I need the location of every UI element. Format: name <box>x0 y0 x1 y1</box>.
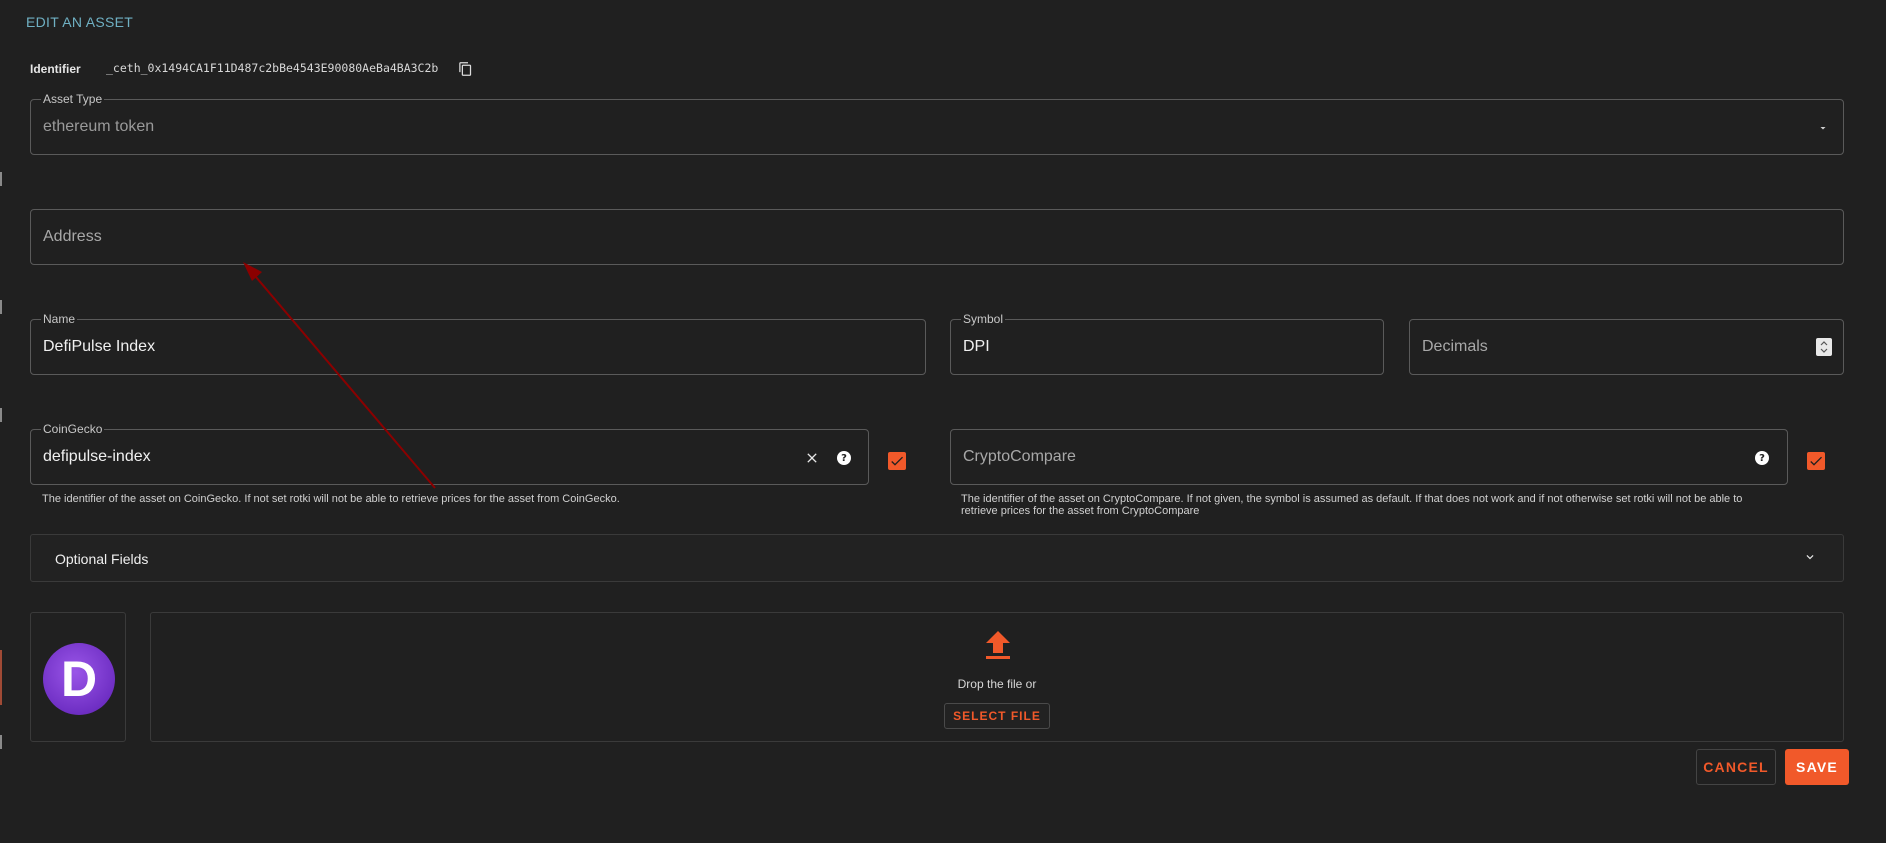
dialog-title: EDIT AN ASSET <box>26 14 134 30</box>
cryptocompare-checkbox[interactable] <box>1807 452 1825 470</box>
asset-type-label: Asset Type <box>41 92 105 106</box>
cryptocompare-field[interactable]: CryptoCompare ? <box>950 429 1788 485</box>
name-label: Name <box>41 312 78 326</box>
decimals-placeholder: Decimals <box>1422 338 1488 355</box>
asset-type-select[interactable]: Asset Type ethereum token <box>30 92 1844 155</box>
name-value: DefiPulse Index <box>43 338 156 355</box>
cryptocompare-help-icon[interactable]: ? <box>1755 451 1769 465</box>
chevron-down-icon[interactable] <box>1817 122 1829 134</box>
address-placeholder: Address <box>43 228 102 245</box>
symbol-value: DPI <box>963 338 990 355</box>
coingecko-field[interactable]: CoinGecko defipulse-index ? <box>30 422 869 485</box>
asset-type-value: ethereum token <box>43 118 155 135</box>
coingecko-label: CoinGecko <box>41 422 105 436</box>
copy-icon[interactable] <box>458 61 473 77</box>
select-file-button[interactable]: SELECT FILE <box>944 703 1050 729</box>
save-button[interactable]: SAVE <box>1785 749 1849 785</box>
coingecko-hint: The identifier of the asset on CoinGecko… <box>42 493 620 505</box>
check-icon <box>1810 456 1822 466</box>
stepper-arrows-icon <box>1820 341 1828 353</box>
file-dropzone[interactable]: Drop the file or SELECT FILE <box>150 612 1844 742</box>
chevron-down-icon[interactable] <box>1803 550 1817 564</box>
clear-icon[interactable] <box>804 450 820 466</box>
decimals-stepper[interactable] <box>1816 338 1832 356</box>
upload-icon <box>986 631 1010 659</box>
asset-avatar-letter: D <box>61 651 98 707</box>
decimals-field[interactable]: Decimals <box>1409 319 1844 375</box>
asset-icon-preview: D <box>30 612 126 742</box>
address-field[interactable]: Address <box>30 209 1844 265</box>
optional-fields-panel[interactable]: Optional Fields <box>30 534 1844 582</box>
drop-text: Drop the file or <box>957 677 1037 691</box>
asset-avatar: D <box>43 643 115 715</box>
optional-fields-title: Optional Fields <box>55 551 149 567</box>
cryptocompare-hint: The identifier of the asset on CryptoCom… <box>961 493 1743 517</box>
coingecko-checkbox[interactable] <box>888 452 906 470</box>
symbol-field[interactable]: Symbol DPI <box>950 312 1384 375</box>
cancel-button[interactable]: CANCEL <box>1696 749 1776 785</box>
name-field[interactable]: Name DefiPulse Index <box>30 312 926 375</box>
identifier-label: Identifier <box>30 62 81 76</box>
cryptocompare-placeholder: CryptoCompare <box>963 448 1076 465</box>
coingecko-help-icon[interactable]: ? <box>837 451 851 465</box>
identifier-value: _ceth_0x1494CA1F11D487c2bBe4543E90080AeB… <box>106 61 439 75</box>
coingecko-value: defipulse-index <box>43 448 151 465</box>
symbol-label: Symbol <box>961 312 1006 326</box>
check-icon <box>891 456 903 466</box>
